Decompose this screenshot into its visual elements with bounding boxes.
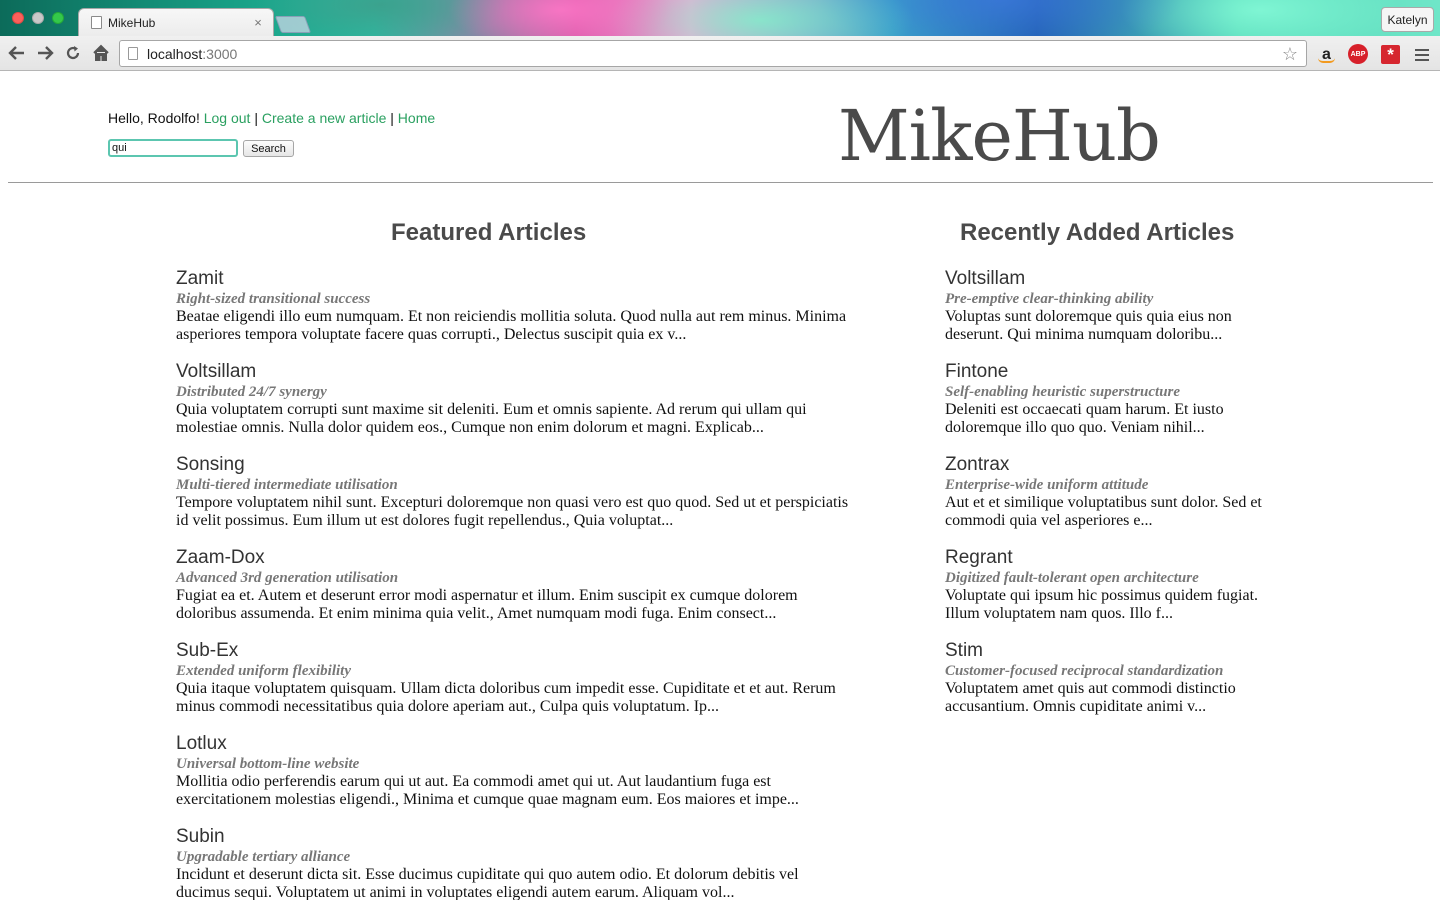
article-title-link[interactable]: Zaam-Dox <box>176 547 856 569</box>
tab-title: MikeHub <box>108 15 156 30</box>
browser-tab[interactable]: MikeHub × <box>78 8 274 36</box>
article-tagline: Extended uniform flexibility <box>176 663 351 679</box>
maximize-window-button[interactable] <box>52 12 64 24</box>
article-tagline: Multi-tiered intermediate utilisation <box>176 477 398 493</box>
article-excerpt: Voluptas sunt doloremque quis quia eius … <box>945 308 1232 343</box>
article-excerpt: Deleniti est occaecati quam harum. Et iu… <box>945 401 1224 436</box>
article-tagline: Right-sized transitional success <box>176 291 371 307</box>
page-icon <box>128 47 138 60</box>
header-divider <box>8 182 1433 183</box>
lastpass-icon[interactable]: * <box>1381 45 1400 64</box>
article-tagline: Universal bottom-line website <box>176 756 360 772</box>
separator: | <box>254 110 258 126</box>
article-item: Voltsillam Distributed 24/7 synergy Quia… <box>176 361 856 454</box>
back-arrow-icon[interactable] <box>6 42 28 64</box>
bookmark-star-icon[interactable]: ☆ <box>1282 44 1298 65</box>
new-tab-button[interactable] <box>274 16 312 33</box>
article-excerpt: Tempore voluptatem nihil sunt. Excepturi… <box>176 494 849 529</box>
article-excerpt: Incidunt et deserunt dicta sit. Esse duc… <box>176 866 799 900</box>
site-logo: MikeHub <box>838 95 1161 177</box>
recent-articles-list: Voltsillam Pre-emptive clear-thinking ab… <box>945 268 1285 733</box>
article-tagline: Distributed 24/7 synergy <box>176 384 327 400</box>
home-icon[interactable] <box>90 42 112 64</box>
article-excerpt: Aut et et similique voluptatibus sunt do… <box>945 494 1262 529</box>
article-item: Fintone Self-enabling heuristic superstr… <box>945 361 1285 454</box>
article-title-link[interactable]: Voltsillam <box>176 361 856 383</box>
article-item: Lotlux Universal bottom-line website Mol… <box>176 733 856 826</box>
article-item: Zamit Right-sized transitional success B… <box>176 268 856 361</box>
address-bar[interactable]: localhost:3000 ☆ <box>119 40 1307 67</box>
article-item: Sub-Ex Extended uniform flexibility Quia… <box>176 640 856 733</box>
article-item: Stim Customer-focused reciprocal standar… <box>945 640 1285 733</box>
tab-close-icon[interactable]: × <box>251 15 265 30</box>
url-host: localhost <box>147 45 203 62</box>
recent-articles-heading: Recently Added Articles <box>960 219 1235 246</box>
article-excerpt: Mollitia odio perferendis earum qui ut a… <box>176 773 799 808</box>
profile-button[interactable]: Katelyn <box>1381 7 1434 32</box>
article-item: Voltsillam Pre-emptive clear-thinking ab… <box>945 268 1285 361</box>
page-content: Hello, Rodolfo! Log out | Create a new a… <box>0 72 1440 900</box>
article-excerpt: Beatae eligendi illo eum numquam. Et non… <box>176 308 847 343</box>
article-title-link[interactable]: Regrant <box>945 547 1285 569</box>
article-title-link[interactable]: Subin <box>176 826 856 848</box>
article-title-link[interactable]: Zontrax <box>945 454 1285 476</box>
close-window-button[interactable] <box>12 12 24 24</box>
featured-articles-heading: Featured Articles <box>391 219 587 246</box>
article-excerpt: Voluptate qui ipsum hic possimus quidem … <box>945 587 1259 622</box>
separator: | <box>390 110 394 126</box>
article-title-link[interactable]: Lotlux <box>176 733 856 755</box>
article-item: Subin Upgradable tertiary alliance Incid… <box>176 826 856 900</box>
article-tagline: Digitized fault-tolerant open architectu… <box>945 570 1199 586</box>
minimize-window-button[interactable] <box>32 12 44 24</box>
browser-titlebar: MikeHub × Katelyn <box>0 0 1440 36</box>
article-tagline: Customer-focused reciprocal standardizat… <box>945 663 1224 679</box>
article-excerpt: Quia itaque voluptatem quisquam. Ullam d… <box>176 680 836 715</box>
article-item: Sonsing Multi-tiered intermediate utilis… <box>176 454 856 547</box>
article-excerpt: Voluptatem amet quis aut commodi distinc… <box>945 680 1236 715</box>
page-icon <box>91 16 102 29</box>
amazon-icon[interactable]: a <box>1317 45 1336 64</box>
article-tagline: Self-enabling heuristic superstructure <box>945 384 1181 400</box>
article-excerpt: Quia voluptatem corrupti sunt maxime sit… <box>176 401 807 436</box>
adblock-plus-icon[interactable]: ABP <box>1348 44 1368 64</box>
article-tagline: Upgradable tertiary alliance <box>176 849 351 865</box>
article-title-link[interactable]: Zamit <box>176 268 856 290</box>
menu-icon[interactable] <box>1414 46 1430 62</box>
home-link[interactable]: Home <box>398 110 435 126</box>
article-item: Zaam-Dox Advanced 3rd generation utilisa… <box>176 547 856 640</box>
search-input[interactable] <box>108 139 238 157</box>
article-title-link[interactable]: Sonsing <box>176 454 856 476</box>
article-title-link[interactable]: Sub-Ex <box>176 640 856 662</box>
greeting-text: Hello, Rodolfo! <box>108 110 200 126</box>
article-tagline: Advanced 3rd generation utilisation <box>176 570 399 586</box>
article-item: Zontrax Enterprise-wide uniform attitude… <box>945 454 1285 547</box>
article-item: Regrant Digitized fault-tolerant open ar… <box>945 547 1285 640</box>
article-title-link[interactable]: Stim <box>945 640 1285 662</box>
logout-link[interactable]: Log out <box>204 110 251 126</box>
search-button[interactable]: Search <box>243 140 294 157</box>
article-tagline: Enterprise-wide uniform attitude <box>945 477 1149 493</box>
article-excerpt: Fugiat ea et. Autem et deserunt error mo… <box>176 587 798 622</box>
create-article-link[interactable]: Create a new article <box>262 110 387 126</box>
url-port: :3000 <box>202 45 238 62</box>
article-title-link[interactable]: Voltsillam <box>945 268 1285 290</box>
user-nav: Hello, Rodolfo! Log out | Create a new a… <box>108 110 435 126</box>
article-title-link[interactable]: Fintone <box>945 361 1285 383</box>
forward-arrow-icon[interactable] <box>34 42 56 64</box>
reload-icon[interactable] <box>62 42 84 64</box>
article-tagline: Pre-emptive clear-thinking ability <box>945 291 1154 307</box>
browser-toolbar: localhost:3000 ☆ a ABP * <box>0 36 1440 71</box>
featured-articles-list: Zamit Right-sized transitional success B… <box>176 268 856 900</box>
